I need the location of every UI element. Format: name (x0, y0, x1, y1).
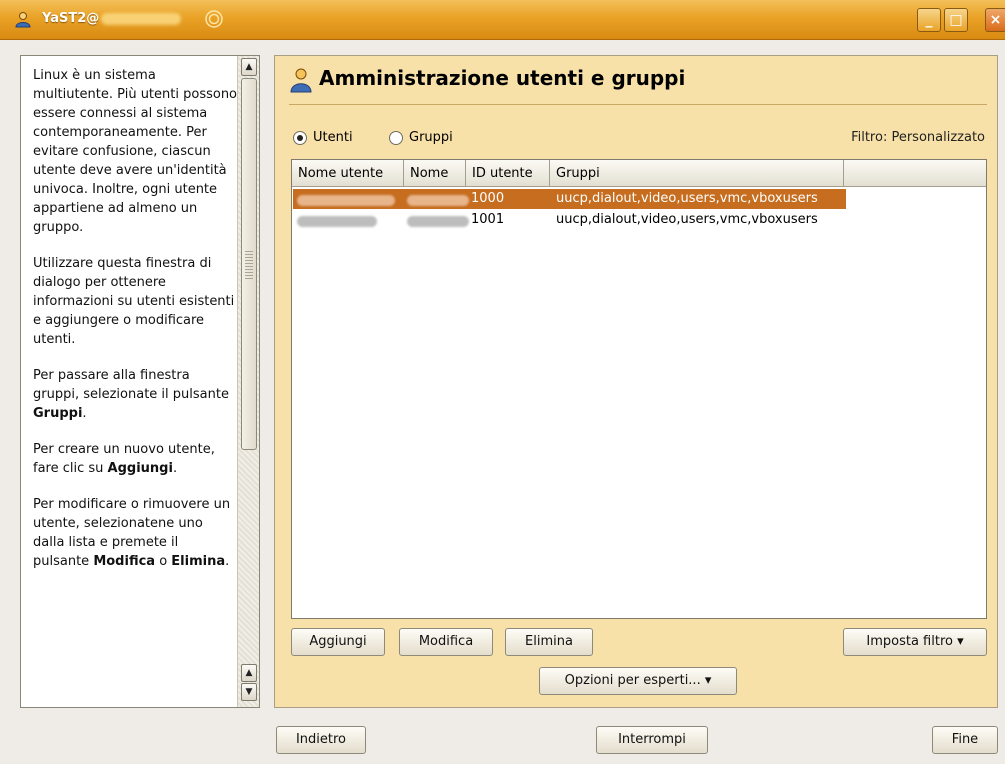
set-filter-dropdown[interactable]: Imposta filtro ▾ (843, 628, 987, 656)
title-bar[interactable]: YaST2@ _ □ × (0, 0, 1005, 40)
scroll-up-icon[interactable]: ▲ (241, 58, 257, 76)
delete-user-button[interactable]: Elimina (505, 628, 593, 656)
help-paragraph: Utilizzare questa finestra di dialogo pe… (33, 256, 235, 347)
yast-logo-icon (205, 10, 223, 28)
users-table[interactable]: Nome utente Nome ID utente Gruppi 1000 u… (291, 159, 987, 619)
help-paragraph: Per creare un nuovo utente, fare clic su… (33, 442, 215, 476)
redacted-username (297, 195, 395, 206)
help-paragraph: Linux è un sistema multiutente. Più uten… (33, 68, 237, 235)
user-icon (15, 12, 31, 28)
table-header: Nome utente Nome ID utente Gruppi (292, 160, 986, 187)
abort-button[interactable]: Interrompi (596, 726, 708, 754)
maximize-button[interactable]: □ (944, 8, 968, 32)
close-button[interactable]: × (985, 8, 1005, 32)
finish-button[interactable]: Fine (932, 726, 998, 754)
column-header-uid[interactable]: ID utente (466, 160, 550, 187)
window-title: YaST2@ (42, 11, 182, 26)
expert-options-dropdown[interactable]: Opzioni per esperti... ▾ (539, 667, 737, 695)
table-row[interactable]: 1000 uucp,dialout,video,users,vmc,vboxus… (293, 189, 985, 209)
table-cell-groups: uucp,dialout,video,users,vmc,vboxusers (556, 191, 818, 206)
add-user-button[interactable]: Aggiungi (291, 628, 385, 656)
filter-label: Filtro: Personalizzato (851, 130, 985, 145)
scroll-down-icon[interactable]: ▼ (241, 683, 257, 701)
back-button[interactable]: Indietro (276, 726, 366, 754)
redacted-username (297, 216, 377, 227)
radio-users-label: Utenti (313, 130, 353, 145)
radio-users[interactable]: Utenti (293, 130, 353, 145)
table-cell-uid: 1001 (471, 212, 505, 227)
radio-groups[interactable]: Gruppi (389, 130, 453, 145)
redacted-name (407, 216, 469, 227)
help-panel: Linux è un sistema multiutente. Più uten… (20, 55, 260, 708)
radio-unselected-icon[interactable] (389, 130, 403, 145)
scroll-up-icon[interactable]: ▲ (241, 664, 257, 682)
main-panel: Amministrazione utenti e gruppi Utenti G… (274, 55, 998, 708)
column-header-groups[interactable]: Gruppi (550, 160, 844, 187)
help-paragraph: Per passare alla finestra gruppi, selezi… (33, 368, 229, 421)
yast-window: YaST2@ _ □ × Linux è un sistema multiute… (0, 0, 1005, 764)
column-header-name[interactable]: Nome (404, 160, 466, 187)
table-row[interactable]: 1001 uucp,dialout,video,users,vmc,vboxus… (293, 210, 985, 230)
help-paragraph: Per modificare o rimuovere un utente, se… (33, 497, 231, 569)
page-title: Amministrazione utenti e gruppi (319, 66, 686, 90)
help-scrollbar[interactable]: ▲ ▲ ▼ (237, 56, 259, 707)
table-cell-groups: uucp,dialout,video,users,vmc,vboxusers (556, 212, 818, 227)
redacted-name (407, 195, 469, 206)
divider (289, 104, 987, 105)
edit-user-button[interactable]: Modifica (399, 628, 493, 656)
column-header-username[interactable]: Nome utente (292, 160, 404, 187)
table-cell-uid: 1000 (471, 191, 505, 206)
help-text: Linux è un sistema multiutente. Più uten… (21, 56, 237, 707)
radio-groups-label: Gruppi (409, 130, 453, 145)
user-admin-icon (290, 68, 312, 93)
scroll-thumb[interactable] (241, 78, 257, 450)
radio-selected-icon[interactable] (293, 130, 307, 145)
minimize-button[interactable]: _ (917, 8, 941, 32)
